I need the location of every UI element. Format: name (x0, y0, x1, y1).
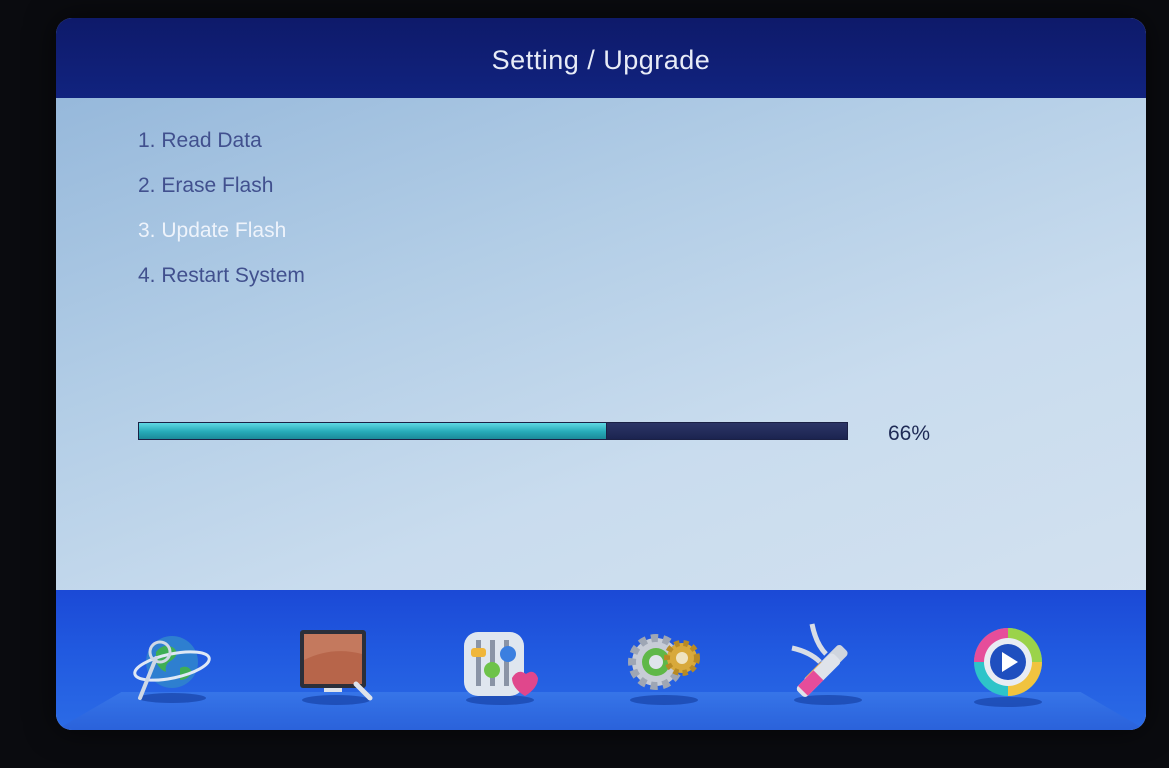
globe-icon (133, 636, 211, 703)
gear-icon (628, 634, 700, 705)
progress-fill (138, 422, 607, 440)
play-icon (974, 628, 1042, 707)
progress-percent: 66% (888, 422, 931, 445)
menu-item-player[interactable] (962, 618, 1054, 710)
menu-item-media[interactable] (454, 618, 546, 710)
bottom-menu-dock (56, 590, 1146, 730)
equalizer-icon (464, 632, 538, 705)
menu-item-globe[interactable] (126, 618, 218, 710)
page-title: Setting / Upgrade (491, 44, 711, 75)
menu-item-av-output[interactable] (782, 618, 874, 710)
menu-item-settings[interactable] (618, 618, 710, 710)
step-read-data: 1. Read Data (138, 129, 262, 152)
monitor-icon (300, 630, 373, 705)
menu-item-picture[interactable] (290, 618, 382, 710)
step-update-flash: 3. Update Flash (138, 219, 287, 242)
step-erase-flash: 2. Erase Flash (138, 174, 274, 197)
upgrade-screen: Setting / Upgrade 1. Read Data 2. Erase … (56, 18, 1146, 730)
title-bar: Setting / Upgrade (56, 18, 1146, 98)
step-restart-system: 4. Restart System (138, 264, 305, 287)
upgrade-steps-list: 1. Read Data 2. Erase Flash 3. Update Fl… (138, 118, 305, 298)
av-cable-icon (791, 623, 862, 705)
upgrade-progress-bar (138, 422, 848, 442)
